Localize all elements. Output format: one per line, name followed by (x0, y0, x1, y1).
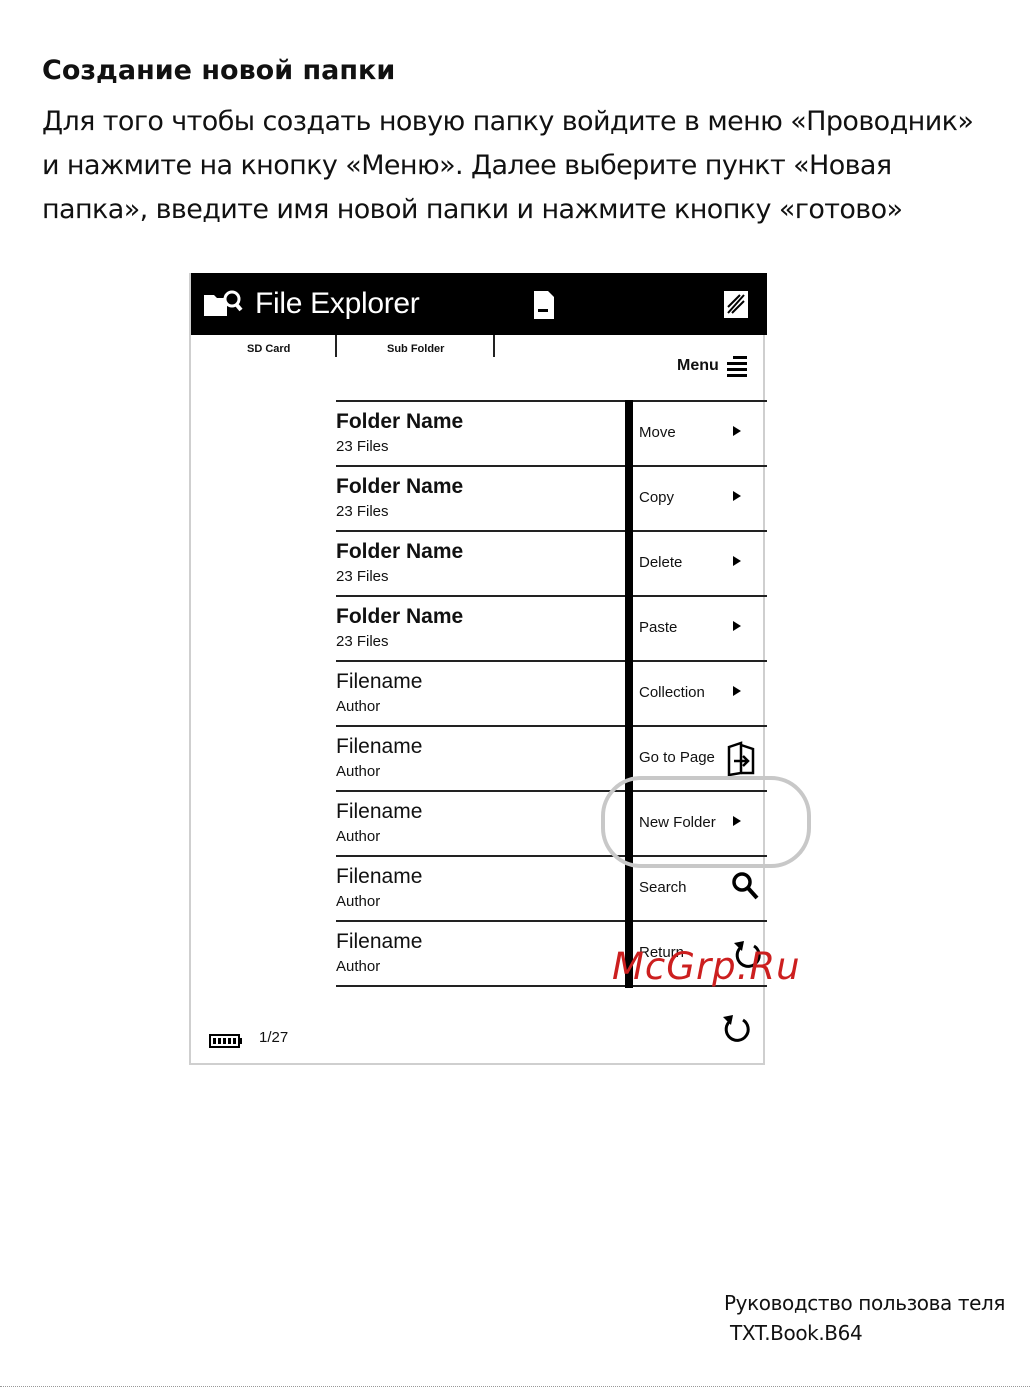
menu-item-move[interactable]: Move (633, 400, 767, 467)
menu-item-label: Collection (639, 684, 705, 701)
list-item-sub: Author (336, 958, 381, 975)
menu-item-copy[interactable]: Copy (633, 467, 767, 532)
list-item-sub: 23 Files (336, 568, 389, 585)
list-item-name: Folder Name (336, 475, 464, 498)
page-footer: Руководство пользова теля TXT.Book.B64 (724, 1288, 1005, 1348)
list-item-sub: 23 Files (336, 633, 389, 650)
menu-item-label: Copy (639, 489, 675, 506)
section-heading: Создание новой папки (42, 55, 396, 86)
list-item-name: Folder Name (336, 410, 464, 433)
list-item[interactable]: Folder Name 23 Files (336, 400, 626, 467)
menu-item-collection[interactable]: Collection (633, 662, 767, 727)
new-folder-highlight (601, 776, 811, 868)
context-menu: Move Copy Delete Paste Collection Go to Page N… (633, 400, 767, 987)
title-bar: File Explorer (191, 273, 767, 335)
paragraph-line: Для того чтобы создать новую папку войди… (42, 106, 974, 137)
list-item[interactable]: Folder Name 23 Files (336, 467, 626, 532)
footer-manual-title: Руководство пользова теля (724, 1291, 1006, 1315)
list-item-sub: 23 Files (336, 503, 389, 520)
list-item[interactable]: Filename Author (336, 857, 626, 922)
list-item-sub: Author (336, 828, 381, 845)
menu-item-label: Go to Page (639, 749, 715, 766)
battery-icon (209, 1034, 242, 1048)
arrow-right-icon (733, 686, 741, 696)
list-item[interactable]: Folder Name 23 Files (336, 532, 626, 597)
paragraph-line: папка», введите имя новой папки и нажмит… (42, 194, 903, 225)
menu-item-label: Search (639, 879, 687, 896)
list-item-sub: Author (336, 698, 381, 715)
list-item-name: Filename (336, 735, 423, 758)
arrow-right-icon (733, 621, 741, 631)
folder-search-icon (204, 290, 243, 316)
list-item-name: Filename (336, 800, 423, 823)
tab-divider (493, 335, 495, 357)
list-item[interactable]: Filename Author (336, 662, 626, 727)
paragraph-line: и нажмите на кнопку «Меню». Далее выбери… (42, 150, 892, 181)
menu-lines-icon[interactable] (725, 355, 747, 379)
menu-item-delete[interactable]: Delete (633, 532, 767, 597)
instructions-paragraph: Для того чтобы создать новую папку войди… (42, 100, 1002, 232)
menu-divider (625, 400, 633, 988)
list-item[interactable]: Filename Author (336, 727, 626, 792)
tab-sd-card[interactable]: SD Card (247, 343, 290, 355)
list-item-sub: 23 Files (336, 438, 389, 455)
watermark: McGrp.Ru (612, 945, 801, 988)
footer-model: TXT.Book.B64 (730, 1321, 863, 1345)
bottom-dotted-rule (0, 1386, 1030, 1387)
device-screenshot: File Explorer SD Card Sub Folder Menu Fo… (189, 273, 811, 1065)
menu-item-label: Delete (639, 554, 683, 571)
menu-item-label: Paste (639, 619, 678, 636)
rotate-screen-icon[interactable] (723, 289, 749, 319)
arrow-right-icon (733, 556, 741, 566)
go-to-page-icon (727, 741, 755, 777)
menu-item-paste[interactable]: Paste (633, 597, 767, 662)
list-item[interactable]: Folder Name 23 Files (336, 597, 626, 662)
list-item-name: Filename (336, 670, 423, 693)
sd-card-icon[interactable] (531, 290, 555, 320)
tab-divider (335, 335, 337, 357)
list-item-sub: Author (336, 763, 381, 780)
list-item-name: Filename (336, 930, 423, 953)
list-item-name: Folder Name (336, 605, 464, 628)
back-icon[interactable] (721, 1011, 753, 1047)
file-list: Folder Name 23 Files Folder Name 23 Files Fo… (336, 400, 626, 987)
menu-item-label: Move (639, 424, 676, 441)
page-indicator: 1/27 (259, 1029, 289, 1046)
app-title: File Explorer (255, 287, 420, 320)
arrow-right-icon (733, 426, 741, 436)
list-item[interactable]: Filename Author (336, 792, 626, 857)
arrow-right-icon (733, 491, 741, 501)
list-item-name: Folder Name (336, 540, 464, 563)
search-icon (732, 872, 759, 900)
tab-sub-folder[interactable]: Sub Folder (387, 343, 444, 355)
list-item-name: Filename (336, 865, 423, 888)
menu-button-label[interactable]: Menu (677, 357, 719, 375)
list-item-sub: Author (336, 893, 381, 910)
list-item[interactable]: Filename Author (336, 922, 626, 987)
